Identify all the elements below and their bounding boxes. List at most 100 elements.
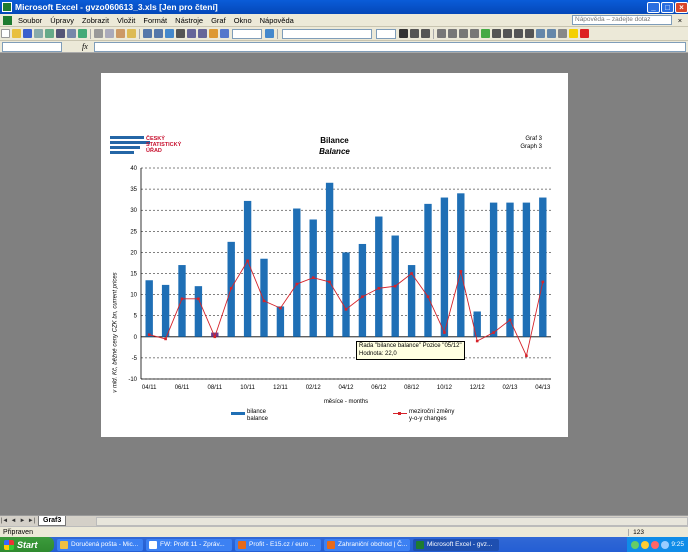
x-tick-label[interactable]: 08/12 bbox=[404, 385, 420, 391]
balance-bar[interactable] bbox=[375, 216, 383, 337]
legend-line-label-en[interactable]: y-o-y changes bbox=[409, 416, 447, 423]
yoy-change-point[interactable] bbox=[492, 331, 495, 334]
decrease-decimal-icon[interactable] bbox=[525, 29, 534, 38]
save-icon[interactable] bbox=[23, 29, 32, 38]
taskbar-item-outlook[interactable]: Doručená pošta - Mic... bbox=[57, 538, 143, 551]
taskbar-item-email[interactable]: FW: Profit 11 - Zpráv... bbox=[146, 538, 232, 551]
menu-file[interactable]: Soubor bbox=[14, 16, 46, 25]
balance-bar[interactable] bbox=[522, 202, 531, 337]
align-left-icon[interactable] bbox=[437, 29, 446, 38]
balance-bar[interactable] bbox=[293, 208, 301, 337]
volume-icon[interactable] bbox=[661, 540, 670, 549]
y-tick-label[interactable]: 15 bbox=[130, 272, 137, 278]
align-right-icon[interactable] bbox=[459, 29, 468, 38]
x-tick-label[interactable]: 02/13 bbox=[502, 385, 518, 391]
yoy-change-point[interactable] bbox=[164, 337, 167, 341]
plot-area[interactable]: 40 35 30 25 20 15 10 5 0 -5 -10 04/11 06/11 08/11 10/1… bbox=[101, 73, 568, 437]
menu-edit[interactable]: Úpravy bbox=[46, 16, 78, 25]
y-tick-label[interactable]: 25 bbox=[130, 229, 137, 235]
name-box[interactable] bbox=[2, 41, 62, 52]
permission-icon[interactable] bbox=[34, 29, 43, 38]
x-tick-label[interactable]: 06/11 bbox=[175, 385, 190, 391]
help-search-input[interactable]: Nápověda – zadejte dotaz bbox=[572, 15, 672, 25]
antivirus-icon[interactable] bbox=[651, 540, 660, 549]
redo-icon[interactable] bbox=[154, 29, 163, 38]
menu-insert[interactable]: Vložit bbox=[113, 16, 139, 25]
x-tick-label[interactable]: 02/12 bbox=[306, 385, 322, 391]
y-tick-label[interactable]: -10 bbox=[128, 377, 137, 383]
undo-icon[interactable] bbox=[143, 29, 152, 38]
yoy-change-point[interactable] bbox=[246, 259, 249, 263]
chart-area[interactable]: ČESKÝ STATISTICKÝ ÚŘAD Bilance Balance G… bbox=[101, 73, 568, 437]
cut-icon[interactable] bbox=[94, 29, 103, 38]
close-workbook-button[interactable]: × bbox=[675, 16, 685, 25]
x-tick-label[interactable]: 12/11 bbox=[273, 385, 288, 391]
new-icon[interactable] bbox=[1, 29, 10, 38]
x-tick-label[interactable]: 10/11 bbox=[240, 385, 255, 391]
balance-bar[interactable] bbox=[506, 202, 514, 337]
x-tick-label[interactable]: 06/12 bbox=[371, 385, 387, 391]
balance-bar[interactable] bbox=[276, 306, 285, 337]
comma-style-icon[interactable] bbox=[503, 29, 512, 38]
taskbar-item-firefox-czso[interactable]: Zahraniční obchod | Č... bbox=[324, 538, 410, 551]
x-tick-label[interactable]: 04/12 bbox=[338, 385, 354, 391]
copy-icon[interactable] bbox=[105, 29, 114, 38]
balance-bar[interactable] bbox=[424, 203, 432, 337]
font-name-select[interactable] bbox=[282, 28, 372, 39]
email-icon[interactable] bbox=[45, 29, 54, 38]
print-preview-icon[interactable] bbox=[67, 29, 76, 38]
yoy-change-point[interactable] bbox=[295, 282, 299, 286]
x-tick-label[interactable]: 08/11 bbox=[208, 385, 223, 391]
underline-icon[interactable] bbox=[421, 29, 430, 38]
yoy-change-point[interactable] bbox=[262, 299, 266, 303]
yoy-change-point[interactable] bbox=[410, 272, 413, 275]
start-button[interactable]: Start bbox=[0, 537, 54, 552]
balance-bar[interactable] bbox=[489, 202, 498, 337]
balance-bar[interactable] bbox=[440, 197, 449, 337]
borders-icon[interactable] bbox=[558, 29, 567, 38]
yoy-change-point[interactable] bbox=[508, 318, 512, 322]
horizontal-scrollbar[interactable] bbox=[96, 516, 688, 526]
taskbar-item-firefox-profit[interactable]: Profit - E15.cz / euro ... bbox=[235, 538, 321, 551]
y-tick-label[interactable]: 30 bbox=[130, 208, 137, 214]
menu-format[interactable]: Formát bbox=[139, 16, 171, 25]
legend-line-label-cz[interactable]: meziroční změny bbox=[409, 409, 454, 416]
autosum-icon[interactable] bbox=[176, 29, 185, 38]
menu-view[interactable]: Zobrazit bbox=[78, 16, 113, 25]
y-tick-label[interactable]: 5 bbox=[134, 314, 138, 320]
yoy-change-point[interactable] bbox=[443, 331, 446, 334]
yoy-change-point[interactable] bbox=[344, 308, 348, 311]
prev-sheet-button[interactable]: ◄ bbox=[9, 518, 18, 524]
sheet-tab-graf3[interactable]: Graf3 bbox=[38, 516, 67, 526]
yoy-change-point[interactable] bbox=[459, 270, 463, 273]
yoy-change-point[interactable] bbox=[328, 280, 331, 284]
y-tick-label[interactable]: -5 bbox=[132, 356, 138, 362]
yoy-change-point[interactable] bbox=[426, 295, 430, 299]
chart-wizard-icon[interactable] bbox=[209, 29, 218, 38]
last-sheet-button[interactable]: ►| bbox=[27, 518, 36, 524]
balance-bar[interactable] bbox=[178, 265, 186, 337]
balance-bar[interactable] bbox=[358, 243, 367, 337]
x-axis-title[interactable]: měsíce - months bbox=[324, 399, 368, 405]
x-tick-label[interactable]: 04/13 bbox=[535, 385, 551, 391]
yoy-change-point[interactable] bbox=[197, 297, 200, 301]
paste-icon[interactable] bbox=[116, 29, 125, 38]
formula-input[interactable] bbox=[93, 41, 686, 52]
close-button[interactable]: × bbox=[675, 1, 688, 13]
open-icon[interactable] bbox=[12, 29, 21, 38]
yoy-change-point[interactable] bbox=[361, 295, 364, 299]
clock[interactable]: 9:25 bbox=[671, 541, 684, 548]
yoy-change-point[interactable] bbox=[180, 297, 184, 301]
fx-icon[interactable]: fx bbox=[82, 42, 88, 51]
font-color-icon[interactable] bbox=[580, 29, 589, 38]
x-tick-label[interactable]: 04/11 bbox=[142, 385, 157, 391]
yoy-change-point[interactable] bbox=[213, 335, 217, 339]
yoy-change-point[interactable] bbox=[311, 276, 315, 280]
balance-bar[interactable] bbox=[457, 193, 465, 337]
yoy-change-point[interactable] bbox=[541, 280, 545, 284]
balance-bar[interactable] bbox=[539, 197, 547, 337]
yoy-change-point[interactable] bbox=[525, 354, 528, 358]
balance-bar[interactable] bbox=[325, 182, 334, 337]
drawing-icon[interactable] bbox=[220, 29, 229, 38]
y-tick-label[interactable]: 10 bbox=[130, 293, 137, 299]
